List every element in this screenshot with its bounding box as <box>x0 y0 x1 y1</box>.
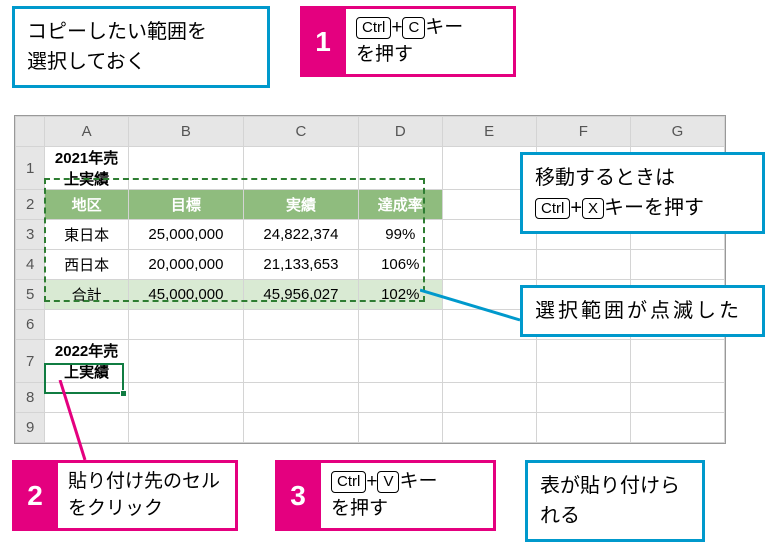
cell[interactable]: 106% <box>358 250 442 280</box>
x-key-icon: X <box>582 198 604 220</box>
row-header[interactable]: 9 <box>16 413 45 443</box>
table-row[interactable]: 4 西日本 20,000,000 21,133,653 106% <box>16 250 725 280</box>
callout-paste-result: 表が貼り付けられる <box>525 460 705 542</box>
cell[interactable]: 地区 <box>45 190 129 220</box>
col-header-row: A B C D E F G <box>16 117 725 147</box>
col-header[interactable]: A <box>45 117 129 147</box>
cell[interactable]: 102% <box>358 280 442 310</box>
fill-handle-icon[interactable] <box>120 390 127 397</box>
cell[interactable]: 21,133,653 <box>243 250 358 280</box>
callout-select-range: コピーしたい範囲を 選択しておく <box>12 6 270 88</box>
step-body: 貼り付け先のセルをクリック <box>58 460 238 531</box>
row-header[interactable]: 8 <box>16 383 45 413</box>
row-header[interactable]: 3 <box>16 220 45 250</box>
row-header[interactable]: 6 <box>16 310 45 340</box>
cell-title[interactable]: 2021年売上実績 <box>45 147 129 190</box>
ctrl-key-icon: Ctrl <box>535 198 570 220</box>
cell[interactable]: 実績 <box>243 190 358 220</box>
cell[interactable]: 24,822,374 <box>243 220 358 250</box>
cell[interactable]: 45,956,027 <box>243 280 358 310</box>
ctrl-key-icon: Ctrl <box>331 471 366 493</box>
cell[interactable]: 目標 <box>128 190 243 220</box>
step-number: 2 <box>12 460 58 531</box>
ctrl-key-icon: Ctrl <box>356 17 391 39</box>
step-1: 1 Ctrl+Cキー を押す <box>300 6 516 77</box>
callout-text: コピーしたい範囲を 選択しておく <box>27 21 207 73</box>
cell[interactable]: 25,000,000 <box>128 220 243 250</box>
row-header[interactable]: 5 <box>16 280 45 310</box>
col-header[interactable]: D <box>358 117 442 147</box>
step-body: Ctrl+Vキー を押す <box>321 460 496 531</box>
step-3: 3 Ctrl+Vキー を押す <box>275 460 496 531</box>
row-header[interactable]: 7 <box>16 340 45 383</box>
step-number: 1 <box>300 6 346 77</box>
step-2: 2 貼り付け先のセルをクリック <box>12 460 238 531</box>
table-row[interactable]: 72022年売上実績 <box>16 340 725 383</box>
col-header[interactable]: E <box>442 117 536 147</box>
cell[interactable]: 達成率 <box>358 190 442 220</box>
table-row[interactable]: 9 <box>16 413 725 443</box>
cell[interactable]: 合計 <box>45 280 129 310</box>
row-header[interactable]: 4 <box>16 250 45 280</box>
callout-text: 選択範囲が点滅した <box>535 300 742 322</box>
cell[interactable]: 99% <box>358 220 442 250</box>
v-key-icon: V <box>377 471 399 493</box>
cell-title[interactable]: 2022年売上実績 <box>45 340 129 383</box>
col-header[interactable]: B <box>128 117 243 147</box>
callout-text: 移動するときは <box>535 167 675 189</box>
table-row[interactable]: 8 <box>16 383 725 413</box>
row-header[interactable]: 2 <box>16 190 45 220</box>
col-header[interactable]: F <box>536 117 630 147</box>
callout-text: 表が貼り付けられる <box>540 475 680 527</box>
step-body: Ctrl+Cキー を押す <box>346 6 516 77</box>
row-header[interactable]: 1 <box>16 147 45 190</box>
cell[interactable]: 東日本 <box>45 220 129 250</box>
col-header[interactable]: G <box>630 117 724 147</box>
c-key-icon: C <box>402 17 425 39</box>
callout-move: 移動するときは Ctrl+Xキーを押す <box>520 152 765 234</box>
cell[interactable]: 45,000,000 <box>128 280 243 310</box>
callout-blink: 選択範囲が点滅した <box>520 285 765 337</box>
step-number: 3 <box>275 460 321 531</box>
cell[interactable]: 20,000,000 <box>128 250 243 280</box>
cell[interactable]: 西日本 <box>45 250 129 280</box>
col-header[interactable]: C <box>243 117 358 147</box>
